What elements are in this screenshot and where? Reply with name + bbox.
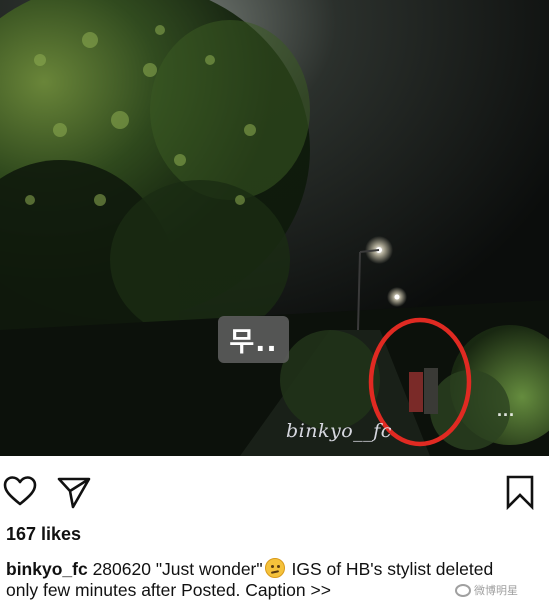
paper-plane-icon (57, 477, 91, 509)
likes-count[interactable]: 167 likes (6, 524, 81, 545)
heart-icon (3, 476, 37, 506)
caption-more-link[interactable]: >> (310, 580, 330, 600)
caption-username[interactable]: binkyo_fc (6, 559, 88, 579)
photo-more-dots[interactable]: ... (497, 401, 515, 419)
bookmark-icon (506, 475, 534, 510)
weibo-logo-icon (455, 583, 471, 597)
figure-shape (409, 372, 423, 412)
instagram-post-screenshot: 무.. binkyo__fc ... 167 likes binkyo_fc 2… (0, 0, 549, 604)
post-caption: binkyo_fc 280620 "Just wonder" IGS of HB… (6, 558, 506, 601)
weibo-watermark-text: 微博明星 (474, 585, 518, 597)
photo-watermark: binkyo__fc (286, 420, 392, 442)
like-button[interactable] (2, 474, 38, 510)
night-scene (0, 0, 549, 456)
caption-text-part1: 280620 "Just wonder" (87, 559, 263, 579)
share-button[interactable] (56, 474, 92, 510)
thinking-face-emoji (264, 558, 285, 578)
post-action-bar (0, 466, 549, 514)
post-photo[interactable]: 무.. binkyo__fc ... (0, 0, 549, 456)
weibo-watermark: 微博明星 (455, 582, 518, 598)
save-button[interactable] (502, 474, 538, 510)
korean-text-sticker: 무.. (218, 316, 289, 363)
